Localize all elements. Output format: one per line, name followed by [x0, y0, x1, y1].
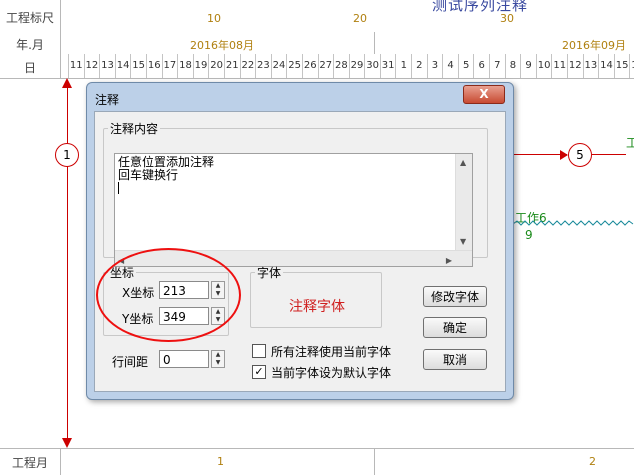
day-cell: 21 — [223, 54, 240, 78]
day-cell: 15 — [130, 54, 146, 78]
day-cell: 14 — [114, 54, 131, 78]
day-cell: 26 — [301, 54, 318, 78]
day-cell: 28 — [333, 54, 349, 78]
day-cell: 29 — [348, 54, 365, 78]
ruler-tick-30: 30 — [500, 12, 514, 25]
day-row-label: 日 — [23, 61, 36, 75]
header-divider — [60, 54, 61, 78]
scroll-right-icon[interactable]: ▶ — [446, 254, 452, 267]
month-row: 年.月 2016年08月 2016年09月 — [0, 32, 634, 55]
day-cell: 14 — [598, 54, 614, 78]
day-cell: 16 — [629, 54, 634, 78]
font-group-title: 字体 — [257, 266, 282, 280]
activity-line — [592, 154, 626, 155]
content-line-1: 任意位置添加注释 — [118, 155, 215, 169]
day-cell: 10 — [535, 54, 552, 78]
day-cell: 22 — [239, 54, 256, 78]
day-cell: 16 — [145, 54, 162, 78]
header-divider — [60, 32, 61, 54]
day-cell: 20 — [208, 54, 224, 78]
arrow-right-icon — [560, 150, 568, 160]
header-divider — [60, 449, 61, 475]
node-5[interactable]: 5 — [568, 143, 592, 167]
content-group-title: 注释内容 — [110, 122, 159, 136]
modify-font-button[interactable]: 修改字体 — [423, 286, 487, 307]
spin-down-icon[interactable]: ▼ — [212, 359, 224, 367]
day-cells: 11 12 13 14 15 16 17 18 19 20 21 22 23 24 25 26 27 28 29 30… — [68, 54, 634, 78]
day-cell: 2 — [411, 54, 427, 78]
month-label-sep: 2016年09月 — [562, 39, 626, 52]
ruler-row: 工程标尺 测试序列注释 10 20 30 — [0, 0, 634, 33]
right-edge-label-fragment: 工 — [626, 136, 634, 150]
node-1[interactable]: 1 — [55, 143, 79, 167]
day-cell: 15 — [613, 54, 630, 78]
activity-line — [512, 154, 567, 155]
content-line-2: 回车键换行 — [118, 168, 179, 182]
scroll-up-icon[interactable]: ▲ — [460, 156, 466, 169]
ruler-label: 工程标尺 — [5, 11, 54, 25]
set-default-font-label[interactable]: 当前字体设为默认字体 — [271, 364, 391, 381]
scroll-down-icon[interactable]: ▼ — [460, 235, 466, 248]
day-cell: 11 — [68, 54, 84, 78]
content-group: 注释内容 任意位置添加注释 回车键换行 ▲ ▼ ◀ ▶ — [103, 120, 488, 267]
day-cell: 13 — [99, 54, 115, 78]
set-default-font-checkbox[interactable]: ✓ — [252, 365, 266, 379]
month-divider — [374, 32, 375, 54]
bottom-month-row: 工程月 1 2 — [0, 448, 634, 475]
day-cell: 13 — [582, 54, 599, 78]
day-cell: 27 — [317, 54, 334, 78]
line-spacing-spinner[interactable]: ▲ ▼ — [211, 350, 225, 368]
day-cell: 24 — [270, 54, 287, 78]
day-cell: 31 — [379, 54, 396, 78]
day-cell: 7 — [489, 54, 505, 78]
day-cell: 23 — [255, 54, 271, 78]
ruler-tick-10: 10 — [207, 12, 221, 25]
day-cell: 25 — [286, 54, 302, 78]
bottom-row-label: 工程月 — [11, 456, 48, 470]
timeline-vertical-line — [67, 80, 68, 446]
arrow-up-icon — [62, 78, 72, 88]
checkmark-icon: ✓ — [254, 365, 264, 378]
font-preview-text: 注释字体 — [289, 299, 345, 315]
work-duration: 9 — [525, 228, 533, 242]
cancel-button[interactable]: 取消 — [423, 349, 487, 370]
day-cell: 19 — [192, 54, 209, 78]
day-cell: 9 — [520, 54, 536, 78]
month-label-aug: 2016年08月 — [190, 39, 254, 52]
ruler-tick-20: 20 — [353, 12, 367, 25]
day-cell: 1 — [395, 54, 411, 78]
bottom-tick-2: 2 — [589, 455, 596, 468]
wavy-float-line — [513, 220, 634, 226]
day-cell: 5 — [457, 54, 474, 78]
text-caret — [118, 182, 119, 194]
arrow-down-icon — [62, 438, 72, 448]
annotation-dialog: 注释 X 注释内容 任意位置添加注释 回车键换行 ▲ ▼ ◀ ▶ 坐标 X坐标 … — [86, 82, 514, 400]
header-divider — [60, 0, 61, 32]
day-cell: 12 — [83, 54, 100, 78]
close-button[interactable]: X — [463, 85, 505, 104]
use-current-font-label[interactable]: 所有注释使用当前字体 — [271, 343, 391, 360]
day-row: 日 11 12 13 14 15 16 17 18 19 20 21 22 23 24 25 26 27 28 29… — [0, 54, 634, 79]
use-current-font-checkbox[interactable] — [252, 344, 266, 358]
day-cell: 4 — [442, 54, 458, 78]
line-spacing-input[interactable]: 0 — [159, 350, 209, 368]
month-row-label: 年.月 — [16, 38, 44, 52]
bottom-tick-1: 1 — [217, 455, 224, 468]
day-cell: 11 — [551, 54, 567, 78]
day-cell: 3 — [426, 54, 443, 78]
day-cell: 18 — [177, 54, 193, 78]
spin-up-icon[interactable]: ▲ — [212, 351, 224, 359]
line-spacing-label: 行间距 — [112, 355, 149, 369]
day-cell: 30 — [364, 54, 380, 78]
month-divider — [374, 449, 375, 475]
dialog-title: 注释 — [95, 93, 120, 107]
highlight-circle — [96, 248, 241, 342]
ok-button[interactable]: 确定 — [423, 317, 487, 338]
day-cell: 8 — [504, 54, 521, 78]
day-cell: 6 — [473, 54, 489, 78]
day-cell: 12 — [567, 54, 583, 78]
day-cell: 17 — [161, 54, 178, 78]
